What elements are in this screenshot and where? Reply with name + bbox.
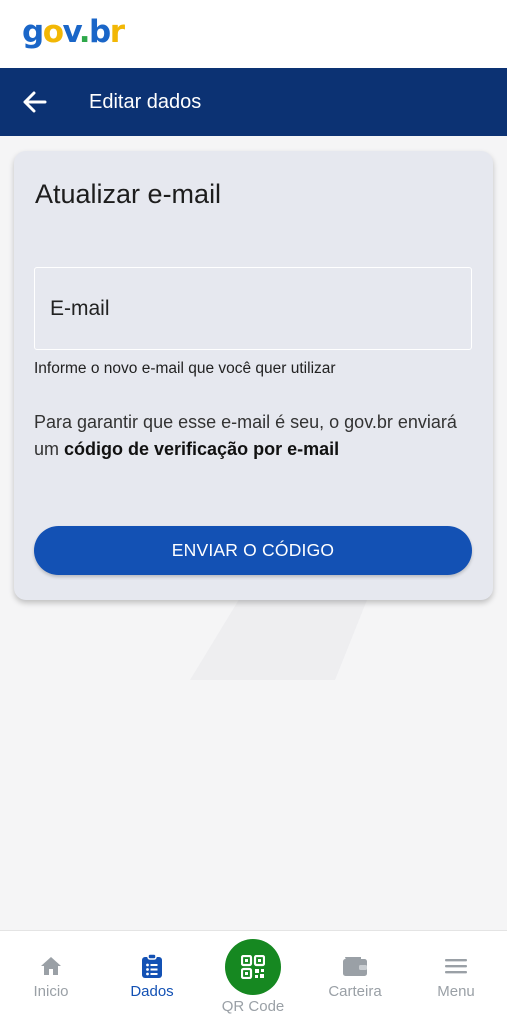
nav-label-dados: Dados — [130, 983, 174, 1000]
nav-item-inicio[interactable]: Inicio — [6, 953, 96, 1005]
bottom-navigation: Inicio Dados QR Code Carteira Menu — [0, 930, 507, 1024]
arrow-left-icon — [23, 91, 47, 113]
wallet-icon — [343, 957, 367, 976]
clipboard-list-icon — [142, 953, 162, 978]
home-icon — [41, 957, 61, 975]
send-code-button[interactable]: ENVIAR O CÓDIGO — [34, 526, 472, 575]
nav-item-menu[interactable]: Menu — [411, 953, 501, 1005]
verification-info-bold: código de verificação por e-mail — [64, 439, 340, 459]
email-input[interactable] — [50, 296, 471, 321]
app-header: Editar dados — [0, 68, 507, 136]
nav-label-qr-code: QR Code — [221, 998, 285, 1015]
nav-label-inicio: Inicio — [33, 983, 69, 1000]
nav-label-menu: Menu — [437, 983, 475, 1000]
verification-info: Para garantir que esse e-mail é seu, o g… — [34, 409, 474, 463]
top-bar: gov.br — [0, 0, 507, 68]
page-title: Editar dados — [89, 91, 202, 113]
card-title: Atualizar e-mail — [35, 179, 222, 209]
qr-code-icon — [241, 955, 265, 979]
nav-label-carteira: Carteira — [328, 983, 382, 1000]
email-helper-text: Informe o novo e-mail que você quer util… — [34, 360, 336, 377]
hamburger-menu-icon — [445, 959, 467, 974]
update-email-card: Atualizar e-mail Informe o novo e-mail q… — [14, 151, 493, 600]
email-field[interactable] — [34, 267, 472, 350]
govbr-logo[interactable]: gov.br — [22, 14, 125, 50]
qr-code-button[interactable] — [225, 939, 281, 995]
nav-item-dados[interactable]: Dados — [107, 953, 197, 1005]
nav-item-carteira[interactable]: Carteira — [310, 953, 400, 1005]
nav-item-qr-code[interactable]: QR Code — [208, 939, 298, 1023]
back-button[interactable] — [18, 86, 52, 118]
